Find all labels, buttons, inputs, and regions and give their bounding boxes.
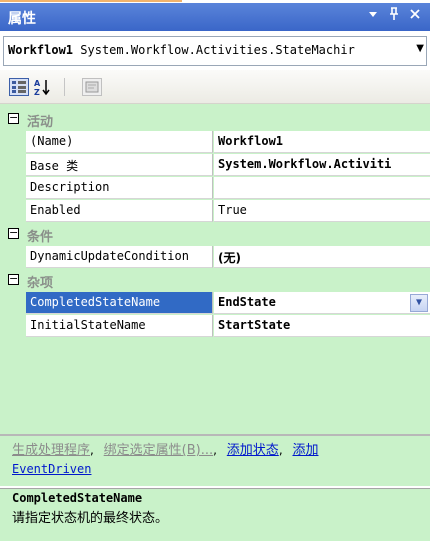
collapse-icon[interactable]: −	[8, 112, 19, 124]
close-icon[interactable]	[406, 7, 424, 25]
property-name: CompletedStateName	[26, 292, 213, 314]
property-row-base-class[interactable]: Base 类 System.Workflow.Activiti	[0, 154, 430, 177]
property-value[interactable]	[214, 177, 430, 199]
svg-text:A: A	[34, 79, 41, 88]
value-dropdown-icon[interactable]: ▼	[410, 294, 428, 312]
svg-text:Z: Z	[34, 88, 40, 96]
description-title: CompletedStateName	[12, 491, 143, 505]
property-toolbar: A Z	[0, 70, 430, 104]
commands-pane: 生成处理程序, 绑定选定属性(B)..., 添加状态, 添加 EventDriv…	[0, 436, 430, 486]
panel-title: 属性	[8, 11, 36, 27]
property-pages-icon[interactable]	[82, 78, 102, 96]
bind-selected-property-link[interactable]: 绑定选定属性(B)...	[104, 443, 213, 458]
add-eventdriven-link-continued[interactable]: EventDriven	[12, 462, 91, 476]
property-value[interactable]: Workflow1	[214, 131, 430, 153]
accent-bar	[0, 0, 182, 2]
category-activity[interactable]: − 活动	[0, 108, 430, 131]
description-text: 请指定状态机的最终状态。	[12, 511, 169, 526]
property-value-text: EndState	[218, 295, 276, 309]
collapse-icon[interactable]: −	[8, 273, 19, 285]
panel-title-bar[interactable]: 属性	[0, 3, 430, 31]
add-eventdriven-link[interactable]: 添加	[292, 443, 318, 458]
object-selector-text: Workflow1 System.Workflow.Activities.Sta…	[8, 43, 406, 57]
property-name: Base 类	[26, 154, 213, 176]
category-conditions[interactable]: − 条件	[0, 223, 430, 246]
property-name: Description	[26, 177, 213, 199]
property-name: (Name)	[26, 131, 213, 153]
description-pane: CompletedStateName 请指定状态机的最终状态。	[0, 488, 430, 541]
property-value[interactable]: System.Workflow.Activiti	[214, 154, 430, 176]
property-row-completed-state-name[interactable]: CompletedStateName EndState ▼	[0, 292, 430, 315]
categorized-view-icon[interactable]	[9, 78, 29, 96]
pin-icon[interactable]	[385, 7, 403, 25]
property-value[interactable]: StartState	[214, 315, 430, 337]
category-label: 活动	[27, 115, 54, 130]
generate-handlers-link[interactable]: 生成处理程序	[12, 443, 90, 458]
collapse-icon[interactable]: −	[8, 227, 19, 239]
property-grid: − 活动 (Name) Workflow1 Base 类 System.Work…	[0, 104, 430, 434]
property-value[interactable]: EndState ▼	[214, 292, 430, 314]
property-row-name[interactable]: (Name) Workflow1	[0, 131, 430, 154]
alphabetical-sort-icon[interactable]: A Z	[33, 78, 53, 97]
property-name: InitialStateName	[26, 315, 213, 337]
property-row-dynamic-update-condition[interactable]: DynamicUpdateCondition (无)	[0, 246, 430, 269]
property-row-initial-state-name[interactable]: InitialStateName StartState	[0, 315, 430, 338]
object-name: Workflow1	[8, 43, 74, 57]
add-state-link[interactable]: 添加状态	[227, 443, 279, 458]
property-name: DynamicUpdateCondition	[26, 246, 213, 268]
category-label: 条件	[27, 230, 54, 245]
command-separator: ,	[213, 443, 217, 457]
object-type: System.Workflow.Activities.StateMachir	[80, 43, 355, 57]
property-row-description[interactable]: Description	[0, 177, 430, 200]
property-name: Enabled	[26, 200, 213, 222]
property-row-enabled[interactable]: Enabled True	[0, 200, 430, 223]
window-position-dropdown-icon[interactable]	[364, 7, 382, 25]
chevron-down-icon[interactable]: ▼	[416, 43, 424, 54]
command-separator: ,	[90, 443, 94, 457]
command-separator: ,	[278, 443, 283, 457]
object-selector[interactable]: Workflow1 System.Workflow.Activities.Sta…	[3, 36, 427, 66]
category-misc[interactable]: − 杂项	[0, 269, 430, 292]
property-value[interactable]: True	[214, 200, 430, 222]
category-label: 杂项	[27, 276, 54, 291]
toolbar-separator	[64, 78, 65, 96]
property-value[interactable]: (无)	[214, 246, 430, 268]
